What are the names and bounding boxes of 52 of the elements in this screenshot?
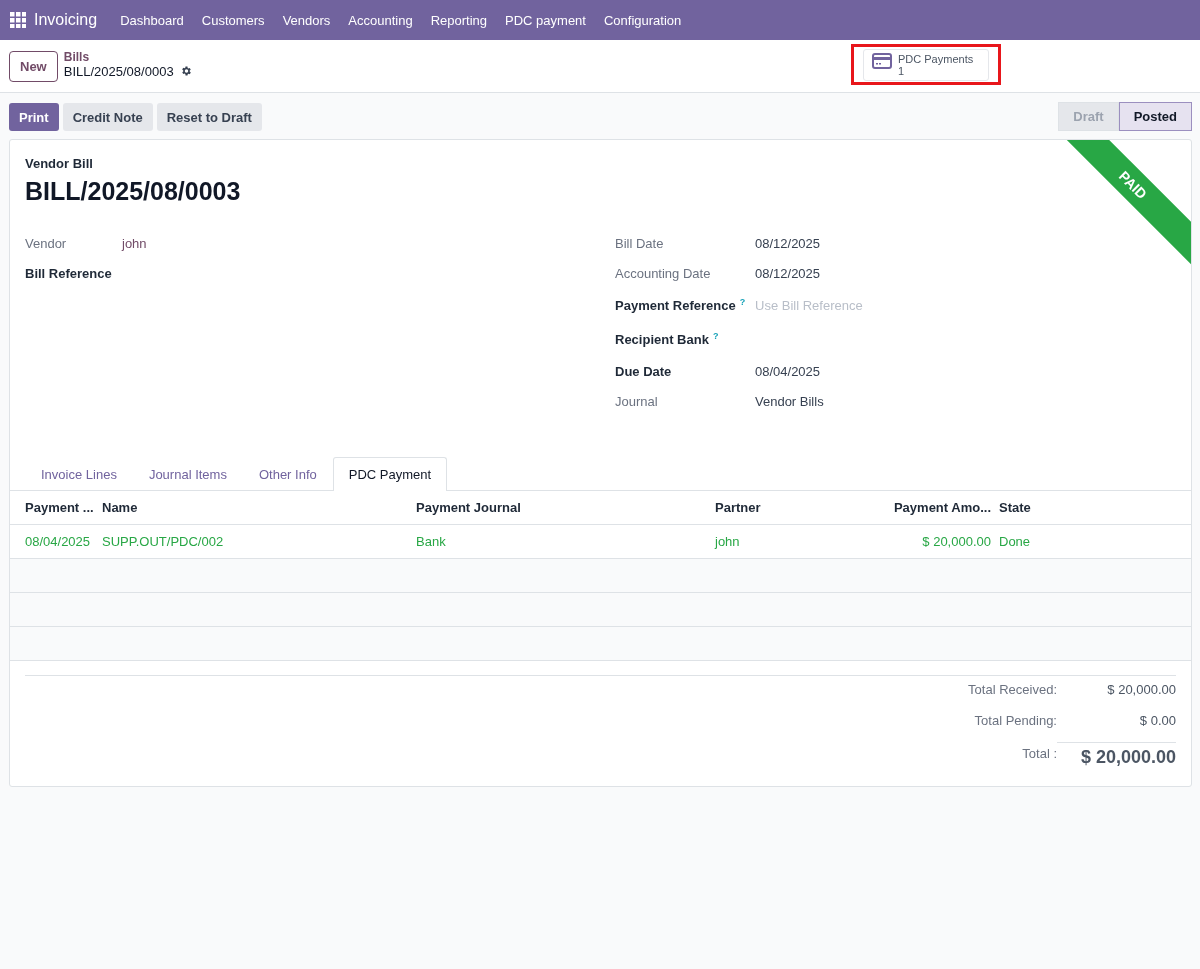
menu-item[interactable]: PDC payment [496,12,595,28]
total-value: $ 0.00 [1138,713,1176,728]
menu-item[interactable]: Configuration [594,12,691,28]
field-label: Bill Reference [25,265,113,281]
menu-item[interactable]: Reporting [421,12,497,28]
field-value: 08/04/2025 [755,363,821,379]
notebook-tab[interactable]: Invoice Lines [25,457,133,491]
form-subtitle: Vendor Bill [25,156,94,171]
field-label: Bill Date [615,235,665,251]
menu-item[interactable]: Dashboard [111,12,193,28]
field-label: Recipient Bank $^{?}$ [615,330,720,348]
field-label: Payment Reference $^{?}$ [615,296,747,314]
breadcrumb-link[interactable]: Bills [63,49,192,64]
menu-item[interactable]: Vendors [273,12,340,28]
total-label: Total Pending: [973,713,1057,728]
help-icon[interactable]: ? [712,330,719,341]
field-label: Vendor [25,235,68,251]
total-label: Total : [1021,745,1057,761]
record-name: BILL/2025/08/0003 [63,63,174,79]
total-label: Total Received: [967,682,1057,697]
field-label: Accounting Date [615,265,712,281]
card-icon [872,52,892,69]
total-value: $ 20,000.00 [1106,682,1176,697]
gear-icon[interactable] [179,65,192,77]
column-header[interactable]: Payment ... [10,491,102,525]
vendor-link[interactable]: john [122,235,147,251]
notebook-tab[interactable]: Journal Items [132,457,243,491]
field-value: 08/12/2025 [755,235,821,251]
column-header[interactable]: Payment Journal [416,491,715,525]
app-name[interactable]: Invoicing [34,11,98,29]
action-button[interactable]: Credit Note [62,102,153,131]
menu-item[interactable]: Accounting [339,12,422,28]
menu-item[interactable]: Customers [192,12,274,28]
field-label: Due Date [615,363,673,379]
status-stage[interactable]: Posted [1118,102,1192,131]
help-icon[interactable]: ? [739,296,746,307]
total-value: $ 20,000.00 [1057,742,1176,768]
apps-menu-icon[interactable] [10,12,26,28]
column-header[interactable]: Name [102,491,416,525]
field-value: Vendor Bills [755,393,824,409]
field-value: 08/12/2025 [755,265,821,281]
column-header[interactable]: Partner [715,491,861,525]
column-header[interactable]: Payment Amo... [861,491,999,525]
new-button[interactable]: New [9,50,58,82]
field-label: Journal [615,393,659,409]
pdc-payments-button[interactable]: PDC Payments 1 [863,48,989,81]
column-header[interactable]: State [999,491,1191,525]
action-button[interactable]: Print [9,102,59,131]
notebook-tab[interactable]: Other Info [242,457,333,491]
notebook-tab[interactable]: PDC Payment [332,457,448,491]
form-title: BILL/2025/08/0003 [25,177,241,206]
action-button[interactable]: Reset to Draft [156,102,262,131]
